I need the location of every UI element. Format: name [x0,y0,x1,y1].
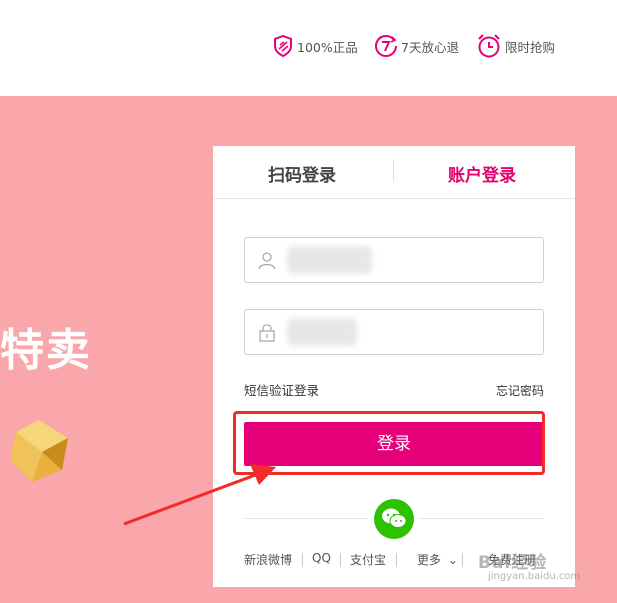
tab-qr-login[interactable]: 扫码登录 [268,161,336,186]
return-badge: 7天放心退 [374,33,459,59]
watermark-logo: Bai经验 [478,553,548,573]
username-value-blurred [287,246,372,274]
separator [302,553,303,567]
qq-login-link[interactable]: QQ [312,551,331,565]
weibo-login-link[interactable]: 新浪微博 [244,551,292,568]
top-bar: 100%正品 7天放心退 限时抢购 [0,0,617,96]
tab-account-login[interactable]: 账户登录 [448,161,516,186]
lock-icon [259,324,275,342]
shield-icon [274,34,292,58]
login-tabs: 扫码登录 账户登录 [213,146,575,199]
forgot-password-link[interactable]: 忘记密码 [496,382,544,399]
separator [462,553,463,567]
badge-label-flash-sale: 限时抢购 [505,39,556,55]
wechat-login-button[interactable] [374,499,414,539]
separator [340,553,341,567]
seven-day-return-icon [375,35,397,57]
divider-right [419,518,544,519]
divider-left [244,518,367,519]
alipay-login-link[interactable]: 支付宝 [350,551,386,568]
user-icon [258,252,276,270]
watermark-url: jingyan.baidu.com [488,571,581,582]
badge-label-authentic: 100%正品 [297,39,358,55]
chevron-down-icon: ⌄ [447,553,458,567]
gold-gem-icon [10,420,68,482]
username-input[interactable] [244,237,544,283]
badge-label-return: 7天放心退 [401,39,459,55]
password-value-blurred [287,318,357,346]
login-panel: 扫码登录 账户登录 短信验证登录 忘记密码 登录 新浪微博 QQ 支付宝 更多 … [213,146,575,587]
wechat-icon [382,508,407,528]
separator [396,553,397,567]
banner-slogan: 特卖 [0,325,92,376]
flash-sale-badge: 限时抢购 [476,33,555,59]
password-input[interactable] [244,309,544,355]
highlight-box [233,411,545,475]
more-login-link[interactable]: 更多 ⌄ [417,551,458,568]
tab-divider [393,159,394,181]
alarm-clock-icon [478,34,500,58]
sms-login-link[interactable]: 短信验证登录 [244,380,319,399]
more-label: 更多 [417,553,442,567]
authentic-badge: 100%正品 [272,33,358,59]
